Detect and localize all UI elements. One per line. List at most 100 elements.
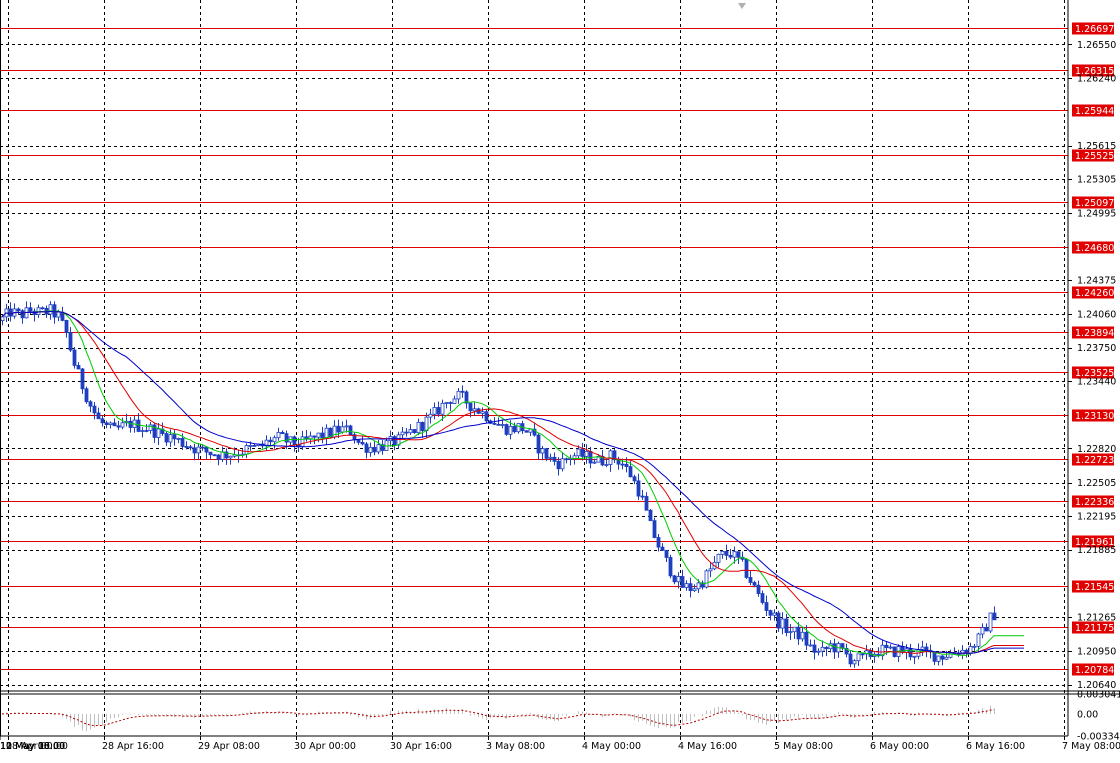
candle-body (580, 448, 585, 457)
candle-body (212, 454, 217, 457)
candle-body (732, 551, 737, 558)
candle-body (968, 646, 973, 654)
candle-body (420, 421, 425, 431)
candle-body (400, 431, 405, 436)
candle-body (620, 463, 625, 466)
candle-body (860, 653, 865, 656)
price-axis-label: 1.20950 (1077, 646, 1116, 657)
candle-body (584, 451, 589, 457)
price-axis-label: 1.23440 (1077, 377, 1116, 388)
candle-body (48, 304, 53, 315)
candle-body (780, 618, 785, 629)
candle-body (456, 390, 461, 400)
candle-body (992, 612, 997, 621)
level-badge-label: 1.24260 (1075, 288, 1114, 299)
candle-body (96, 412, 101, 420)
candle-body (776, 612, 781, 629)
candle-body (512, 425, 517, 433)
candle-body (340, 426, 345, 433)
candle-body (280, 431, 285, 435)
candle-body (692, 588, 697, 592)
time-axis-label: 5 May 08:00 (774, 741, 833, 752)
candle-body (300, 436, 305, 447)
price-axis-label: 1.21885 (1077, 545, 1116, 556)
candle-body (452, 398, 457, 404)
candle-body (200, 446, 205, 449)
candle-body (180, 438, 185, 447)
level-badge-label: 1.20784 (1075, 665, 1114, 676)
candle-body (172, 434, 177, 440)
candle-body (428, 413, 433, 418)
candle-body (28, 307, 33, 312)
candle-body (320, 432, 325, 439)
candle-body (372, 446, 377, 453)
time-axis-label: 6 May 16:00 (966, 741, 1025, 752)
candle-body (472, 408, 477, 412)
candle-body (552, 456, 557, 462)
level-badge-label: 1.22723 (1075, 455, 1114, 466)
candle-body (824, 646, 829, 650)
candle-body (972, 645, 977, 648)
level-badge-label: 1.23130 (1075, 411, 1114, 422)
candle-body (816, 650, 821, 653)
candle-body (188, 446, 193, 449)
candle-body (576, 448, 581, 457)
candle-body (544, 448, 549, 459)
candle-body (940, 655, 945, 660)
candle-body (192, 447, 197, 454)
candle-body (644, 496, 649, 511)
price-axis-label: 1.25615 (1077, 141, 1116, 152)
candle-body (496, 423, 501, 426)
candle-body (16, 308, 21, 312)
candle-body (888, 646, 893, 649)
candle-body (556, 460, 561, 470)
candle-body (640, 495, 645, 498)
price-axis-label: 1.23750 (1077, 343, 1116, 354)
candle-body (808, 644, 813, 647)
candle-body (228, 455, 233, 459)
candle-body (976, 633, 981, 647)
price-axis-label: 1.22195 (1077, 512, 1116, 523)
candle-body (364, 443, 369, 453)
candle-body (684, 583, 689, 588)
candle-body (40, 307, 45, 310)
chart-canvas[interactable]: 1.266971.263151.259441.255251.250971.246… (0, 0, 1120, 758)
trading-chart-window[interactable]: 1.26697 1.26315 1.25944 1.25525 1.25097 1.246… (0, 0, 1120, 758)
candle-body (652, 520, 657, 538)
candle-body (728, 555, 733, 558)
candle-body (128, 420, 133, 428)
level-badge-label: 1.24680 (1075, 243, 1114, 254)
candle-body (564, 458, 569, 461)
candle-body (756, 584, 761, 594)
candle-body (656, 537, 661, 548)
candle-body (852, 660, 857, 665)
candle-body (524, 430, 529, 433)
level-badge-label: 1.22336 (1075, 497, 1114, 508)
candle-body (912, 655, 917, 658)
candle-body (312, 435, 317, 438)
candle-body (664, 549, 669, 558)
candle-body (768, 610, 773, 616)
level-badge-label: 1.26697 (1075, 24, 1114, 35)
candle-body (804, 631, 809, 646)
candle-body (724, 551, 729, 556)
candle-body (848, 653, 853, 665)
candle-body (668, 557, 673, 577)
candle-body (80, 368, 85, 390)
candle-body (164, 433, 169, 443)
candle-body (704, 570, 709, 588)
candle-body (92, 405, 97, 414)
candle-body (68, 332, 73, 351)
candle-body (708, 568, 713, 572)
candle-body (64, 320, 69, 333)
candle-body (324, 427, 329, 439)
candle-body (944, 656, 949, 660)
candle-body (268, 439, 273, 443)
candle-body (296, 444, 301, 447)
candle-body (752, 582, 757, 586)
candle-body (20, 310, 25, 319)
candle-body (248, 445, 253, 447)
candle-body (468, 402, 473, 412)
candle-body (800, 631, 805, 640)
candle-body (104, 422, 109, 426)
